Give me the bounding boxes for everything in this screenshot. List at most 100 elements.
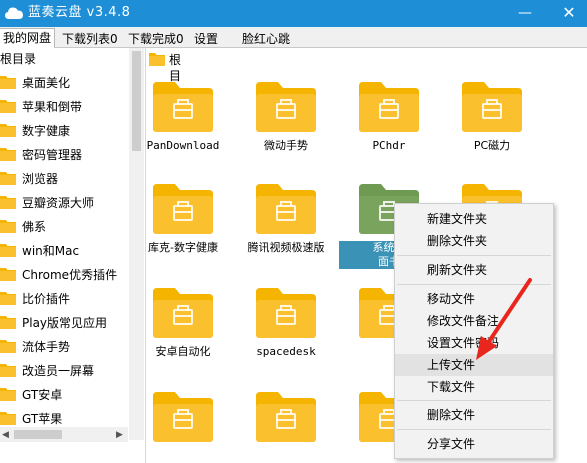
ctx-delete-folder[interactable]: 删除文件夹: [395, 230, 553, 252]
sidebar-item-label: GT安卓: [22, 388, 63, 402]
sidebar-item-label: 苹果和倒带: [22, 100, 83, 114]
folder-tile[interactable]: 库克-数字健康: [133, 184, 233, 255]
sidebar-item[interactable]: 数字健康: [0, 121, 128, 141]
tab-my-drive[interactable]: 我的网盘: [0, 28, 56, 49]
folder-tree: 根目录 桌面美化苹果和倒带数字健康密码管理器浏览器豆瓣资源大师 佛系 win和Mac…: [0, 48, 146, 463]
sidebar-item[interactable]: 豆瓣资源大师: [0, 193, 128, 213]
tab-download-list[interactable]: 下载列表0: [58, 29, 122, 48]
folder-tile-label: spacedesk: [256, 345, 316, 358]
sidebar-item[interactable]: 佛系: [0, 217, 128, 237]
folder-icon: [0, 292, 16, 305]
folder-tile-label: PC磁力: [473, 139, 511, 152]
sidebar-item-label: 桌面美化: [22, 76, 71, 90]
menu-separator: [397, 429, 551, 430]
sidebar-item[interactable]: 密码管理器: [0, 145, 128, 165]
folder-tile[interactable]: PanDownload: [133, 82, 233, 153]
ctx-set-password[interactable]: 设置文件密码: [395, 332, 553, 354]
scroll-thumb[interactable]: [14, 430, 62, 439]
ctx-share-file[interactable]: 分享文件: [395, 433, 553, 455]
sidebar-item[interactable]: GT苹果: [0, 409, 128, 429]
folder-tile[interactable]: [133, 392, 233, 449]
folder-tile-label: 库克-数字健康: [148, 241, 218, 254]
folder-tile-label: 微动手势: [264, 139, 308, 152]
sidebar-item[interactable]: 比价插件: [0, 289, 128, 309]
folder-icon: [256, 184, 316, 234]
context-menu: 新建文件夹 删除文件夹刷新文件夹移动文件 修改文件备注 设置文件密码 上传文件 下载文件删…: [394, 203, 554, 459]
ctx-move-file[interactable]: 移动文件: [395, 288, 553, 310]
sidebar-item-label: Chrome优秀插件: [22, 268, 118, 282]
folder-icon: [153, 392, 213, 442]
window-title: 蓝奏云盘 v3.4.8: [28, 5, 131, 20]
close-button[interactable]: ✕: [556, 2, 582, 24]
sidebar-item[interactable]: Play版常见应用: [0, 313, 128, 333]
scroll-right-icon[interactable]: ▶: [116, 429, 123, 441]
folder-icon: [256, 288, 316, 338]
folder-tile[interactable]: PChdr: [339, 82, 439, 153]
sidebar-item[interactable]: 流体手势: [0, 337, 128, 357]
sidebar-item-label: win和Mac: [22, 244, 80, 258]
sidebar-item-label: 比价插件: [22, 292, 71, 306]
folder-icon: [0, 364, 16, 377]
folder-tile[interactable]: 腾讯视频极速版: [236, 184, 336, 255]
menu-separator: [397, 400, 551, 401]
folder-icon: [0, 388, 16, 401]
tab-blush[interactable]: 脸红心跳: [238, 29, 294, 48]
folder-icon: [462, 82, 522, 132]
menu-separator: [397, 284, 551, 285]
folder-icon: [0, 76, 16, 89]
folder-icon: [153, 288, 213, 338]
folder-icon: [0, 196, 16, 209]
sidebar-item-label: 浏览器: [22, 172, 59, 186]
ctx-delete-file[interactable]: 删除文件: [395, 404, 553, 426]
scroll-left-icon[interactable]: ◀: [2, 429, 9, 441]
sidebar-item[interactable]: Chrome优秀插件: [0, 265, 128, 285]
folder-icon: [0, 268, 16, 281]
sidebar-item[interactable]: 浏览器: [0, 169, 128, 189]
ctx-edit-note[interactable]: 修改文件备注: [395, 310, 553, 332]
folder-icon: [149, 53, 165, 66]
folder-tile[interactable]: spacedesk: [236, 288, 336, 359]
ctx-upload-file[interactable]: 上传文件: [395, 354, 553, 376]
folder-icon: [153, 184, 213, 234]
cloud-icon: [5, 7, 23, 19]
folder-tile[interactable]: 微动手势: [236, 82, 336, 153]
sidebar-item-label: Play版常见应用: [22, 316, 108, 330]
tree-horizontal-scrollbar[interactable]: [0, 427, 128, 442]
sidebar-item-label: 数字健康: [22, 124, 71, 138]
tab-settings[interactable]: 设置: [190, 29, 222, 48]
sidebar-item-label: 佛系: [22, 220, 47, 234]
folder-tile[interactable]: PC磁力: [442, 82, 542, 153]
sidebar-item[interactable]: win和Mac: [0, 241, 128, 261]
sidebar-item[interactable]: GT安卓: [0, 385, 128, 405]
sidebar-item[interactable]: 改造员一屏幕: [0, 361, 128, 381]
folder-tile[interactable]: [236, 392, 336, 449]
tab-bar: 我的网盘 下载列表0 下载完成0 设置 脸红心跳: [0, 27, 587, 49]
sidebar-item-label: GT苹果: [22, 412, 63, 426]
ctx-refresh-folder[interactable]: 刷新文件夹: [395, 259, 553, 281]
folder-icon: [0, 316, 16, 329]
sidebar-item[interactable]: 苹果和倒带: [0, 97, 128, 117]
folder-icon: [256, 82, 316, 132]
folder-tile-label: PanDownload: [146, 139, 220, 152]
folder-icon: [0, 220, 16, 233]
sidebar-item-label: 豆瓣资源大师: [22, 196, 95, 210]
tab-download-done[interactable]: 下载完成0: [124, 29, 188, 48]
minimize-button[interactable]: —: [512, 2, 538, 24]
sidebar-item[interactable]: 桌面美化: [0, 73, 128, 93]
ctx-new-folder[interactable]: 新建文件夹: [395, 208, 553, 230]
folder-icon: [0, 244, 16, 257]
folder-tile-label: 腾讯视频极速版: [247, 241, 325, 254]
folder-icon: [0, 412, 16, 425]
ctx-download-file[interactable]: 下载文件: [395, 376, 553, 398]
folder-icon: [0, 340, 16, 353]
folder-tile-label: 安卓自动化: [155, 345, 211, 358]
folder-icon: [0, 124, 16, 137]
folder-icon: [0, 148, 16, 161]
folder-icon: [0, 100, 16, 113]
folder-tile[interactable]: 安卓自动化: [133, 288, 233, 359]
tree-root[interactable]: 根目录: [0, 51, 36, 67]
sidebar-item-label: 改造员一屏幕: [22, 364, 95, 378]
sidebar-item-label: 密码管理器: [22, 148, 83, 162]
menu-separator: [397, 255, 551, 256]
title-bar: 蓝奏云盘 v3.4.8 — ✕: [0, 0, 587, 27]
